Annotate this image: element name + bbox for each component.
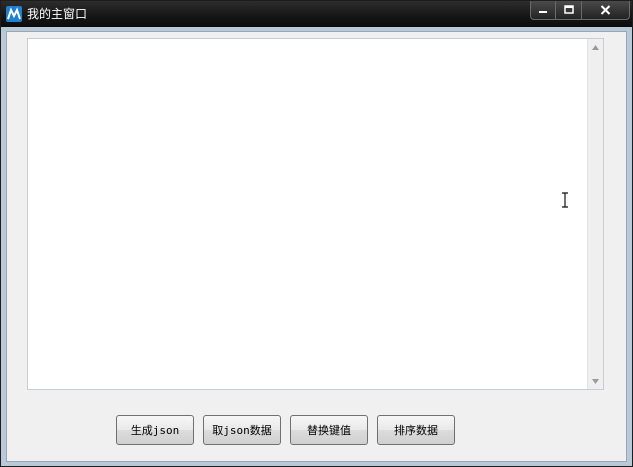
client-area: 生成json 取json数据 替换键值 排序数据 [6,31,627,462]
title-bar[interactable]: 我的主窗口 [1,1,632,27]
main-window: 我的主窗口 生成json 取json数据 替换键值 排序数据 [0,0,633,467]
caption-controls [530,1,630,20]
text-cursor-icon [562,192,568,208]
scroll-down-button[interactable] [588,373,603,389]
close-icon [600,5,611,15]
replace-key-value-button[interactable]: 替换键值 [290,415,368,445]
maximize-button[interactable] [556,1,582,20]
window-title: 我的主窗口 [27,7,88,21]
app-logo-icon [6,6,22,22]
minimize-icon [539,11,547,13]
close-button[interactable] [582,1,630,20]
fetch-json-data-button[interactable]: 取json数据 [203,415,281,445]
arrow-up-icon [592,44,599,50]
minimize-button[interactable] [530,1,556,20]
sort-data-button[interactable]: 排序数据 [377,415,455,445]
scroll-up-button[interactable] [588,39,603,55]
arrow-down-icon [592,378,599,384]
vertical-scrollbar[interactable] [587,39,603,389]
json-text-area[interactable] [27,38,604,390]
maximize-icon [563,5,574,14]
action-button-row: 生成json 取json数据 替换键值 排序数据 [116,415,455,445]
generate-json-button[interactable]: 生成json [116,415,194,445]
